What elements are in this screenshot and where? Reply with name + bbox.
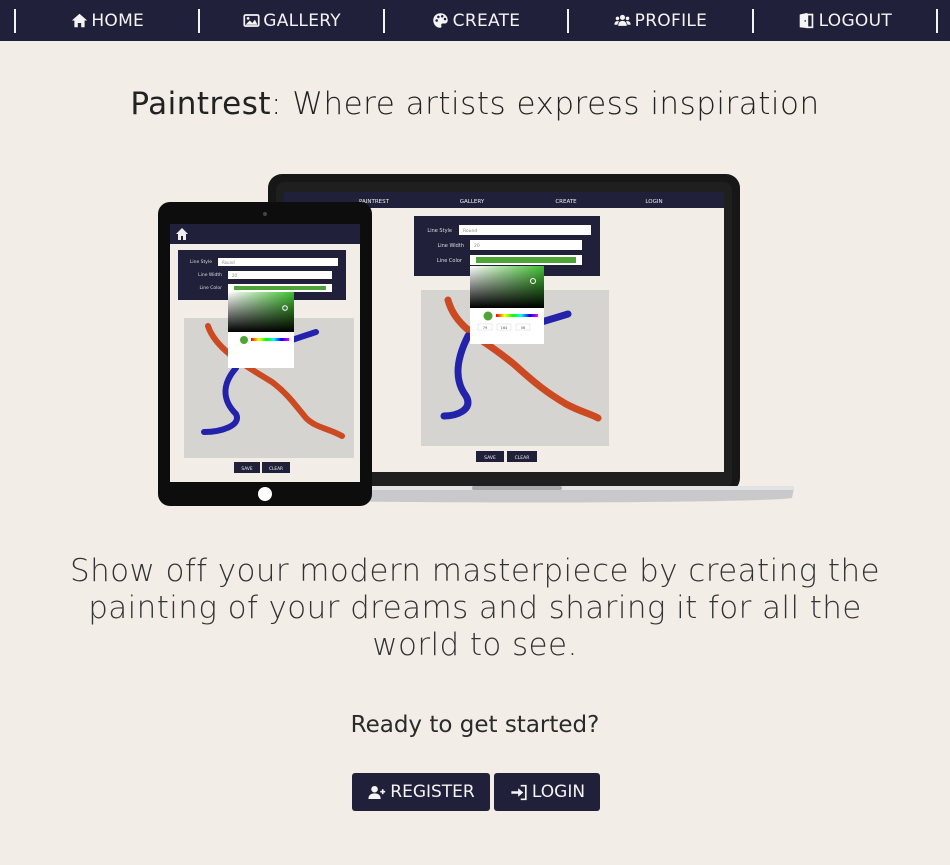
svg-text:56: 56	[521, 326, 526, 330]
nav-profile-label: PROFILE	[634, 10, 708, 31]
nav-gallery-label: GALLERY	[263, 10, 341, 31]
headline-text: : Where artists express inspiration	[271, 86, 820, 122]
svg-text:Line Color: Line Color	[199, 285, 222, 291]
laptop-nav-create: CREATE	[555, 199, 577, 205]
nav-home-label: HOME	[91, 10, 145, 31]
laptop-nav-login: LOGIN	[645, 199, 662, 205]
svg-text:Line Color: Line Color	[437, 258, 463, 264]
nav-logout-label: LOGOUT	[818, 10, 893, 31]
hero-tagline: Show off your modern masterpiece by crea…	[70, 553, 880, 663]
nav-profile[interactable]: PROFILE	[569, 9, 751, 33]
door-icon	[798, 12, 816, 30]
home-icon	[70, 12, 88, 30]
svg-text:CLEAR: CLEAR	[515, 455, 530, 461]
svg-text:Round: Round	[463, 228, 477, 234]
svg-text:20: 20	[232, 273, 238, 278]
nav-logout[interactable]: LOGOUT	[754, 9, 936, 33]
ready-prompt: Ready to get started?	[350, 712, 600, 738]
svg-text:20: 20	[474, 243, 480, 249]
svg-text:SAVE: SAVE	[241, 466, 252, 472]
svg-text:Round: Round	[222, 260, 235, 265]
image-icon	[242, 12, 260, 30]
device-mockup-image: PAINTREST GALLERY CREATE LOGIN Line Styl…	[156, 170, 796, 510]
top-nav: HOME GALLERY CREATE PROFILE LOGOUT	[0, 0, 950, 41]
sign-in-icon	[509, 783, 529, 801]
svg-text:Line Width: Line Width	[198, 272, 222, 278]
svg-text:Line Style: Line Style	[427, 228, 452, 234]
nav-create[interactable]: CREATE	[385, 9, 567, 33]
nav-create-label: CREATE	[452, 10, 521, 31]
laptop-nav-gallery: GALLERY	[460, 199, 485, 205]
login-button[interactable]: LOGIN	[494, 773, 600, 811]
login-label: LOGIN	[531, 782, 586, 802]
register-label: REGISTER	[390, 782, 475, 802]
palette-icon	[432, 12, 450, 30]
nav-home[interactable]: HOME	[16, 9, 198, 33]
svg-text:164: 164	[501, 326, 509, 330]
users-icon	[614, 12, 632, 30]
nav-gallery[interactable]: GALLERY	[200, 9, 382, 33]
nav-divider	[936, 8, 939, 33]
brand-name: Paintrest	[130, 86, 271, 122]
page-headline: Paintrest: Where artists express inspira…	[0, 86, 950, 122]
tablet-illustration: Line Style Round Line Width 20 Line Colo…	[158, 202, 372, 506]
svg-text:Line Style: Line Style	[190, 259, 212, 265]
svg-text:Line Width: Line Width	[437, 243, 464, 249]
svg-text:SAVE: SAVE	[484, 455, 496, 461]
user-plus-icon	[367, 783, 387, 801]
register-button[interactable]: REGISTER	[352, 773, 490, 811]
svg-text:79: 79	[483, 326, 488, 330]
svg-text:CLEAR: CLEAR	[269, 466, 283, 472]
